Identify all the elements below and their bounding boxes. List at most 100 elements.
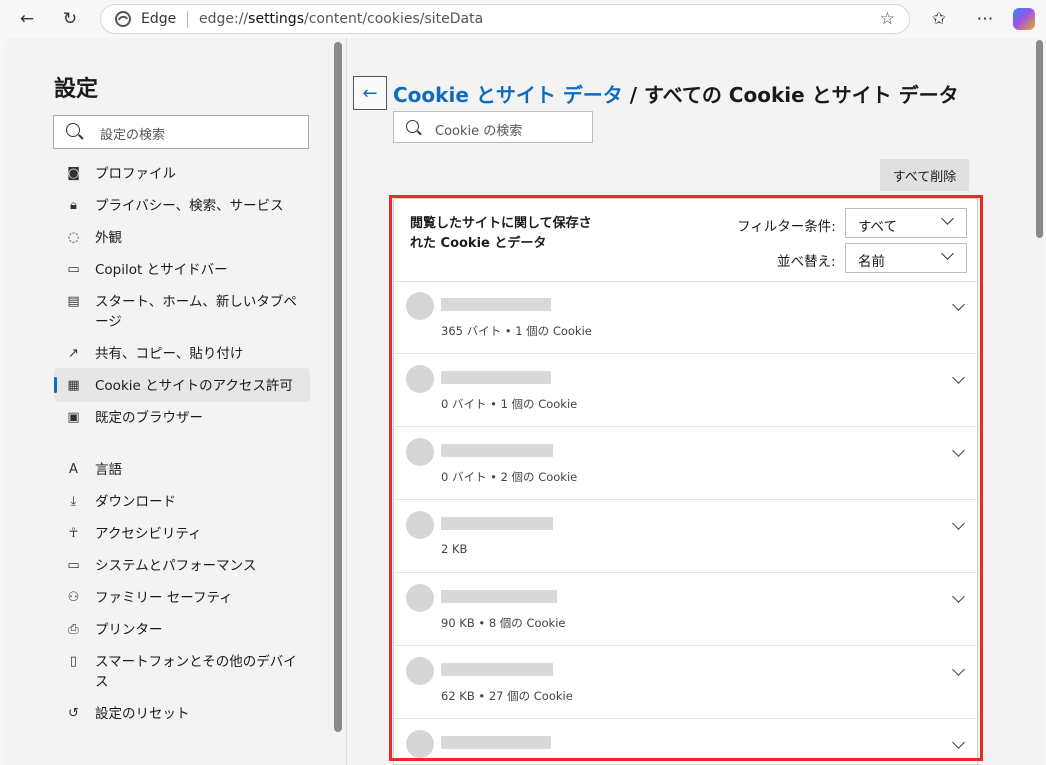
sidebar-item-label: スタート、ホーム、新しいタブページ [95,294,297,330]
settings-title: 設定 [54,77,99,102]
panel-divider [346,38,347,765]
list-header-text: 閲覧したサイトに関して保存された Cookie とデータ [410,216,592,251]
back-arrow-icon[interactable]: ← [14,6,40,32]
sidebar-item-start-home[interactable]: ▤ スタート、ホーム、新しいタブページ [54,292,310,332]
site-name-redacted [441,590,557,603]
refresh-icon[interactable]: ↻ [57,6,83,32]
sidebar-item-system[interactable]: ▭ システムとパフォーマンス [54,556,310,576]
default-browser-icon: ▣ [67,410,80,425]
sidebar-item-family[interactable]: ⚇ ファミリー セーフティ [54,588,310,608]
filter-value: すべて [858,219,898,235]
sidebar-item-language[interactable]: A 言語 [54,460,310,480]
sidebar-item-label: Cookie とサイトのアクセス許可 [95,378,293,394]
sidebar-item-label: 言語 [95,462,122,478]
url-host: settings [248,11,304,27]
sidebar-item-label: 設定のリセット [95,706,190,722]
copilot-icon[interactable] [1013,8,1035,30]
list-item[interactable]: 365 バイト • 1 個の Cookie [394,281,977,354]
sidebar-item-profile[interactable]: ◙ プロファイル [54,164,310,184]
chevron-down-icon[interactable] [952,371,965,384]
cookie-search-placeholder: Cookie の検索 [435,124,523,139]
accessibility-icon: ☥ [68,526,79,541]
chevron-down-icon [941,247,954,260]
sidebar-item-share[interactable]: ↗ 共有、コピー、貼り付け [54,344,310,364]
favorite-star-icon[interactable]: ☆ [880,9,895,29]
site-name-redacted [441,663,553,676]
chevron-down-icon[interactable] [952,517,965,530]
sidebar-scrollbar[interactable] [334,42,342,732]
site-name-redacted [441,736,551,749]
list-item[interactable]: 0 バイト • 1 個の Cookie [394,354,977,427]
sidebar-item-label: プリンター [95,622,163,638]
chevron-down-icon [941,212,954,225]
sidebar-item-label: 共有、コピー、貼り付け [95,346,244,362]
chevron-down-icon[interactable] [952,590,965,603]
favorites-icon[interactable]: ✩ [926,6,952,32]
address-bar[interactable]: Edge edge://settings/content/cookies/sit… [100,4,910,34]
sidebar-item-label: 既定のブラウザー [95,410,203,426]
site-name-redacted [441,371,551,384]
site-data-list: 閲覧したサイトに関して保存された Cookie とデータ フィルター条件: すべ… [393,198,978,765]
reset-icon: ↺ [68,706,79,721]
browser-toolbar: ← ↻ Edge edge://settings/content/cookies… [0,0,1046,38]
settings-search-input[interactable]: 設定の検索 [53,115,309,149]
printer-icon: ⎙ [68,622,79,637]
laptop-icon: ▭ [67,558,80,573]
site-favicon [406,730,434,758]
cookie-search-input[interactable]: Cookie の検索 [393,111,593,143]
filter-dropdown[interactable]: すべて [845,208,967,238]
settings-sidebar: 設定 設定の検索 ◙ プロファイル 🔒︎ プライバシー、検索、サービス ◌ 外観… [4,38,334,765]
chevron-down-icon[interactable] [952,298,965,311]
site-name-redacted [441,298,551,311]
sidebar-item-printers[interactable]: ⎙ プリンター [54,620,310,640]
url-scheme: edge:// [199,11,249,27]
chevron-down-icon[interactable] [952,736,965,749]
site-favicon [406,438,434,466]
sidebar-item-downloads[interactable]: ⤓ ダウンロード [54,492,310,512]
more-menu-icon[interactable]: ⋯ [972,6,998,32]
sort-label: 並べ替え: [777,254,836,270]
sidebar-item-privacy[interactable]: 🔒︎ プライバシー、検索、サービス [54,196,310,216]
site-name: Edge [141,11,177,27]
sidebar-item-label: スマートフォンとその他のデバイス [95,654,297,690]
sidebar-item-cookies[interactable]: ▦ Cookie とサイトのアクセス許可 [54,368,310,402]
sidebar-item-label: Copilot とサイドバー [95,262,228,278]
family-icon: ⚇ [67,590,80,605]
cookie-permissions-icon: ▦ [67,378,80,393]
list-item[interactable]: 90 KB • 8 個の Cookie [394,573,977,646]
sort-value: 名前 [858,254,885,270]
breadcrumb-link[interactable]: Cookie とサイト データ [393,83,623,107]
delete-all-button[interactable]: すべて削除 [880,159,969,191]
sidebar-item-default-browser[interactable]: ▣ 既定のブラウザー [54,408,310,428]
sidebar-item-label: システムとパフォーマンス [95,558,257,574]
chevron-down-icon[interactable] [952,444,965,457]
sidebar-item-accessibility[interactable]: ☥ アクセシビリティ [54,524,310,544]
profile-icon: ◙ [67,166,80,181]
back-button[interactable]: ← [353,76,387,110]
chevron-down-icon[interactable] [952,663,965,676]
content-scrollbar[interactable] [1036,40,1043,238]
site-favicon [406,657,434,685]
page-title: Cookie とサイト データ / すべての Cookie とサイト データ [393,79,959,108]
list-item[interactable]: 2 KB [394,500,977,573]
sort-dropdown[interactable]: 名前 [845,243,967,273]
palette-icon: ◌ [67,230,80,245]
home-icon: ▤ [67,294,80,309]
sidebar-item-phone[interactable]: ▯ スマートフォンとその他のデバイス [54,652,310,692]
site-storage-info: 0 バイト • 2 個の Cookie [441,470,578,484]
filter-label: フィルター条件: [737,219,836,235]
sidebar-item-reset[interactable]: ↺ 設定のリセット [54,704,310,724]
list-item[interactable] [394,719,977,764]
list-item[interactable]: 0 バイト • 2 個の Cookie [394,427,977,500]
edge-logo-icon [115,11,131,27]
search-icon [406,120,419,133]
site-storage-info: 365 バイト • 1 個の Cookie [441,324,592,338]
site-storage-info: 62 KB • 27 個の Cookie [441,689,573,703]
sidebar-item-appearance[interactable]: ◌ 外観 [54,228,310,248]
url-path: /content/cookies/siteData [304,11,484,27]
sidebar-item-copilot[interactable]: ▭ Copilot とサイドバー [54,260,310,280]
breadcrumb-current: / すべての Cookie とサイト データ [622,83,959,107]
list-item[interactable]: 62 KB • 27 個の Cookie [394,646,977,719]
language-icon: A [69,462,78,477]
site-favicon [406,511,434,539]
